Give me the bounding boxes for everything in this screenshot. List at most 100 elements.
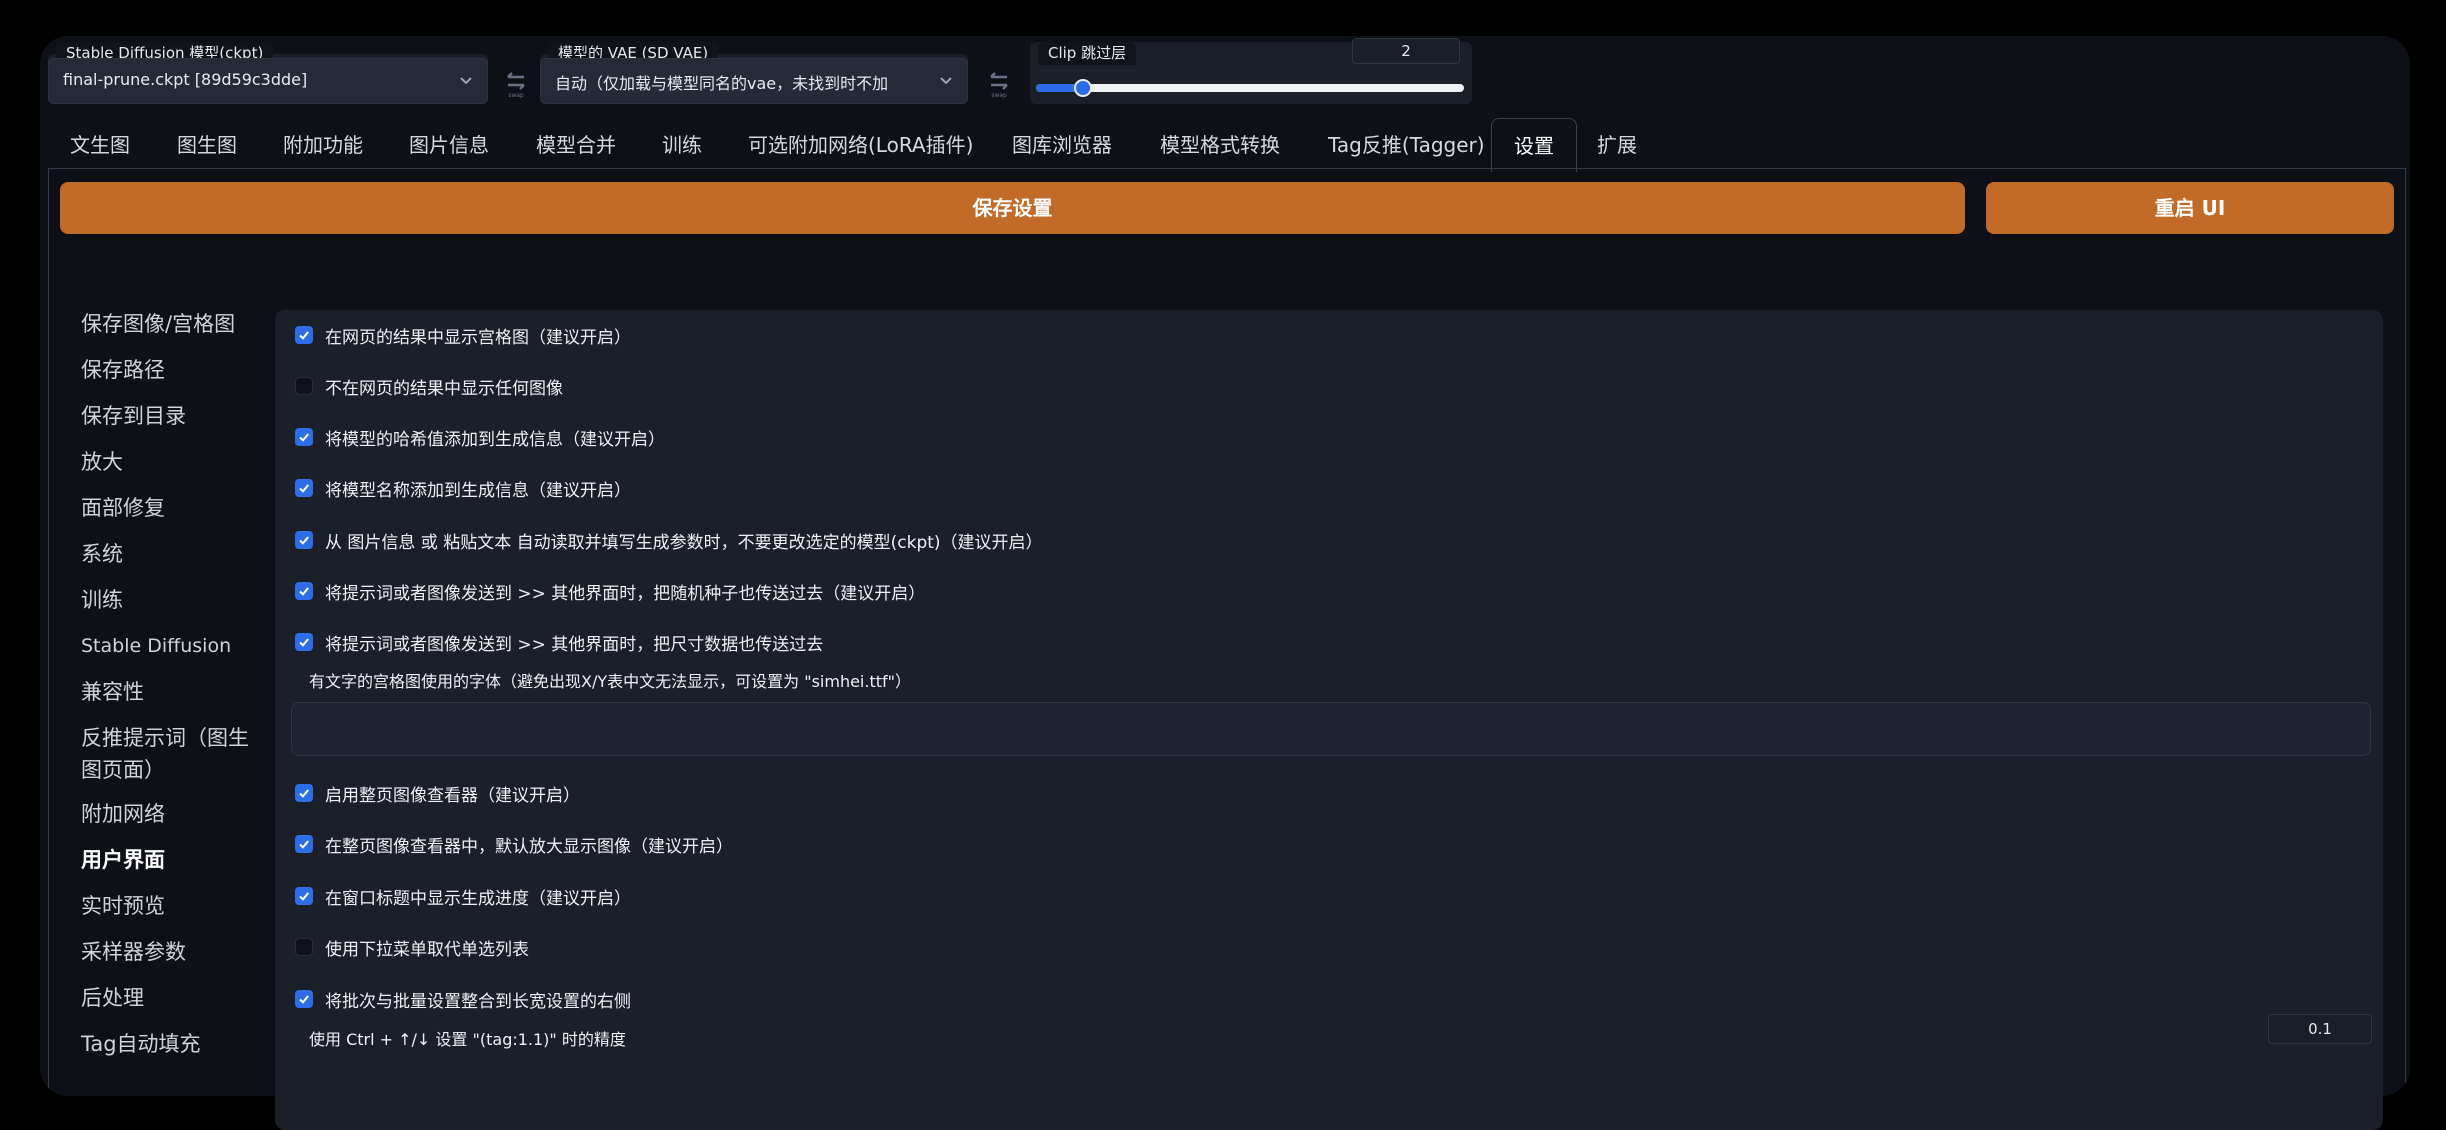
tab-train[interactable]: 训练: [662, 120, 702, 170]
option-add-model-name[interactable]: 将模型名称添加到生成信息（建议开启）: [295, 474, 631, 502]
clip-skip-label: Clip 跳过层: [1038, 42, 1137, 65]
sidebar-item-interrogate[interactable]: 反推提示词（图生: [81, 722, 249, 754]
slider-thumb[interactable]: [1074, 79, 1092, 97]
tab-additional-networks[interactable]: 可选附加网络(LoRA插件): [748, 120, 973, 170]
checkmark-icon: [299, 536, 309, 545]
restart-ui-button[interactable]: 重启 UI: [1986, 182, 2394, 234]
sidebar-item-saving-images[interactable]: 保存图像/宫格图: [81, 308, 235, 340]
checkmark-icon: [299, 840, 309, 849]
settings-panel-user-interface: 在网页的结果中显示宫格图（建议开启） 不在网页的结果中显示任何图像 将模型的哈希…: [275, 310, 2383, 1130]
checkmark-icon: [299, 892, 309, 901]
svg-text:swap: swap: [991, 92, 1007, 99]
sidebar-item-sampler-params[interactable]: 采样器参数: [81, 936, 186, 968]
swap-arrows-icon: swap: [507, 72, 525, 99]
swap-arrows-icon: swap: [990, 72, 1008, 99]
option-label: 将提示词或者图像发送到 >> 其他界面时，把尺寸数据也传送过去: [325, 634, 824, 655]
tab-model-converter[interactable]: 模型格式转换: [1160, 120, 1280, 170]
svg-text:swap: swap: [508, 92, 524, 99]
tab-txt2img[interactable]: 文生图: [70, 120, 130, 170]
vae-dropdown-value: 自动（仅加载与模型同名的vae，未找到时不加: [555, 74, 889, 93]
checkbox[interactable]: [295, 887, 313, 905]
sidebar-item-training[interactable]: 训练: [81, 584, 123, 616]
tab-extensions[interactable]: 扩展: [1597, 120, 1637, 170]
refresh-vae-button[interactable]: swap: [979, 62, 1019, 102]
option-label: 在窗口标题中显示生成进度（建议开启）: [325, 888, 631, 909]
checkmark-icon: [299, 789, 309, 798]
sidebar-item-paths[interactable]: 保存路径: [81, 354, 165, 386]
option-label: 在网页的结果中显示宫格图（建议开启）: [325, 327, 631, 348]
option-batch-beside-size[interactable]: 将批次与批量设置整合到长宽设置的右侧: [295, 985, 631, 1013]
checkbox[interactable]: [295, 938, 313, 956]
checkbox[interactable]: [295, 479, 313, 497]
sidebar-item-upscaling[interactable]: 放大: [81, 446, 123, 478]
checkbox[interactable]: [295, 784, 313, 802]
sidebar-item-stable-diffusion[interactable]: Stable Diffusion: [81, 630, 231, 662]
sidebar-item-postprocessing[interactable]: 后处理: [81, 982, 144, 1014]
option-label: 启用整页图像查看器（建议开启）: [325, 785, 580, 806]
sidebar-item-face-restoration[interactable]: 面部修复: [81, 492, 165, 524]
tab-model-merge[interactable]: 模型合并: [536, 120, 616, 170]
option-label: 在整页图像查看器中，默认放大显示图像（建议开启）: [325, 836, 733, 857]
clip-skip-group: Clip 跳过层 2: [1030, 38, 1472, 104]
sidebar-item-user-interface[interactable]: 用户界面: [81, 844, 165, 876]
font-field-input[interactable]: [291, 702, 2371, 756]
chevron-down-icon: [460, 77, 472, 85]
option-label: 不在网页的结果中显示任何图像: [325, 378, 563, 399]
checkmark-icon: [299, 331, 309, 340]
tab-settings[interactable]: 设置: [1491, 118, 1577, 172]
option-send-seed[interactable]: 将提示词或者图像发送到 >> 其他界面时，把随机种子也传送过去（建议开启）: [295, 577, 925, 605]
checkmark-icon: [299, 484, 309, 493]
clip-skip-slider[interactable]: [1030, 78, 1472, 98]
refresh-model-button[interactable]: swap: [496, 62, 536, 102]
checkbox[interactable]: [295, 835, 313, 853]
checkbox[interactable]: [295, 531, 313, 549]
model-dropdown[interactable]: final-prune.ckpt [89d59c3dde]: [48, 58, 488, 104]
main-tabs: 文生图 图生图 附加功能 图片信息 模型合并 训练 可选附加网络(LoRA插件)…: [40, 118, 2410, 172]
font-field-label: 有文字的宫格图使用的字体（避免出现X/Y表中文无法显示，可设置为 "simhei…: [309, 672, 911, 691]
option-title-progress[interactable]: 在窗口标题中显示生成进度（建议开启）: [295, 882, 631, 910]
save-settings-button[interactable]: 保存设置: [60, 182, 1965, 234]
tab-tagger[interactable]: Tag反推(Tagger): [1328, 120, 1485, 170]
checkbox[interactable]: [295, 990, 313, 1008]
checkmark-icon: [299, 995, 309, 1004]
tab-image-browser[interactable]: 图库浏览器: [1012, 120, 1112, 170]
panel-border-right: [2405, 168, 2406, 1096]
option-label: 将模型名称添加到生成信息（建议开启）: [325, 480, 631, 501]
option-viewer-zoom[interactable]: 在整页图像查看器中，默认放大显示图像（建议开启）: [295, 830, 733, 858]
sidebar-item-save-to-dirs[interactable]: 保存到目录: [81, 400, 186, 432]
option-hide-images[interactable]: 不在网页的结果中显示任何图像: [295, 372, 563, 400]
precision-label: 使用 Ctrl + ↑/↓ 设置 "(tag:1.1)" 时的精度: [309, 1030, 626, 1049]
checkbox[interactable]: [295, 377, 313, 395]
panel-border-left: [48, 168, 49, 1096]
chevron-down-icon: [940, 77, 952, 85]
sidebar-item-tag-autocomplete[interactable]: Tag自动填充: [81, 1028, 201, 1060]
option-show-grid[interactable]: 在网页的结果中显示宫格图（建议开启）: [295, 321, 631, 349]
tab-img2img[interactable]: 图生图: [177, 120, 237, 170]
option-label: 将批次与批量设置整合到长宽设置的右侧: [325, 991, 631, 1012]
tab-png-info[interactable]: 图片信息: [409, 120, 489, 170]
sidebar-item-live-preview[interactable]: 实时预览: [81, 890, 165, 922]
option-dropdown-instead-radio[interactable]: 使用下拉菜单取代单选列表: [295, 933, 529, 961]
checkbox[interactable]: [295, 582, 313, 600]
option-label: 使用下拉菜单取代单选列表: [325, 939, 529, 960]
sidebar-item-additional-networks[interactable]: 附加网络: [81, 798, 165, 830]
vae-selector-group: 模型的 VAE (SD VAE) 自动（仅加载与模型同名的vae，未找到时不加: [540, 42, 968, 104]
clip-skip-number[interactable]: 2: [1352, 38, 1460, 64]
checkbox[interactable]: [295, 633, 313, 651]
option-fullpage-viewer[interactable]: 启用整页图像查看器（建议开启）: [295, 779, 580, 807]
checkmark-icon: [299, 638, 309, 647]
sidebar-item-interrogate-cont[interactable]: 图页面）: [81, 754, 165, 786]
option-add-model-hash[interactable]: 将模型的哈希值添加到生成信息（建议开启）: [295, 423, 665, 451]
option-send-size[interactable]: 将提示词或者图像发送到 >> 其他界面时，把尺寸数据也传送过去: [295, 628, 823, 656]
precision-input[interactable]: 0.1: [2268, 1014, 2372, 1044]
tab-extras[interactable]: 附加功能: [283, 120, 363, 170]
sidebar-item-compatibility[interactable]: 兼容性: [81, 676, 144, 708]
option-label: 将提示词或者图像发送到 >> 其他界面时，把随机种子也传送过去（建议开启）: [325, 583, 926, 604]
checkbox[interactable]: [295, 428, 313, 446]
slider-track: [1036, 84, 1464, 92]
sidebar-item-system[interactable]: 系统: [81, 538, 123, 570]
checkmark-icon: [299, 587, 309, 596]
checkbox[interactable]: [295, 326, 313, 344]
option-keep-model-on-paste[interactable]: 从 图片信息 或 粘贴文本 自动读取并填写生成参数时，不要更改选定的模型(ckp…: [295, 526, 1043, 554]
vae-dropdown[interactable]: 自动（仅加载与模型同名的vae，未找到时不加: [540, 58, 968, 104]
